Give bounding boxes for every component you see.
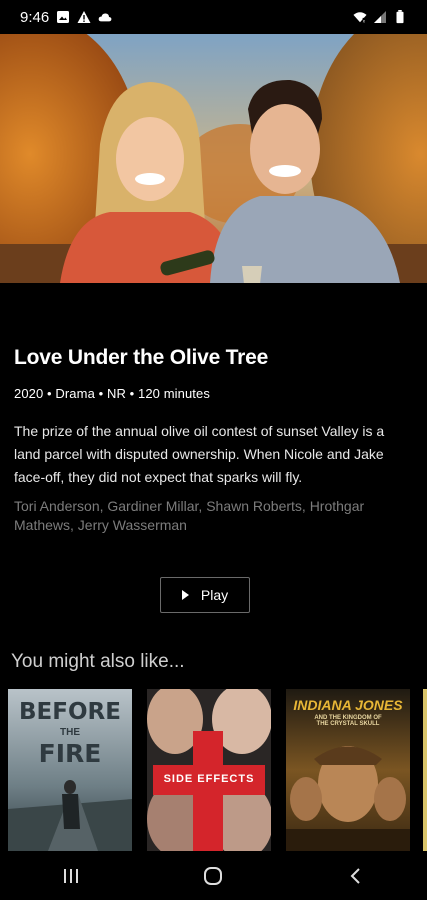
poster-partial[interactable] [423,689,427,851]
home-icon [204,867,223,885]
poster-3-line2: AND THE KINGDOM OF THE CRYSTAL SKULL [314,715,382,727]
recommendations-heading: You might also like... [11,651,185,672]
play-label: Play [200,587,229,603]
movie-synopsis: The prize of the annual olive oil contes… [14,423,385,485]
movie-cast: Tori Anderson, Gardiner Millar, Shawn Ro… [14,498,365,533]
recommendations-row[interactable]: BEFORE THE FIRE SIDE EFFECTS INDIANA JON… [0,689,427,851]
play-button[interactable]: Play [160,577,250,613]
poster-2-line1: SIDE EFFECTS [163,773,255,785]
signal-icon [374,11,386,23]
status-bar: 9:46 x [0,0,427,34]
back-icon [350,868,360,884]
home-button[interactable] [193,856,233,896]
poster-indiana-jones[interactable]: INDIANA JONES AND THE KINGDOM OF THE CRY… [286,689,410,851]
warning-icon [77,11,91,23]
recent-apps-icon [64,869,79,883]
poster-1-line2: THE [60,727,80,738]
poster-1-line3: FIRE [38,739,102,768]
poster-3-line1: INDIANA JONES [293,697,403,713]
back-button[interactable] [336,856,376,896]
play-icon [181,590,189,600]
movie-meta: 2020 • Drama • NR • 120 minutes [14,386,210,401]
movie-title: Love Under the Olive Tree [14,346,269,369]
status-time: 9:46 [20,8,50,26]
poster-side-effects[interactable]: SIDE EFFECTS [147,689,271,851]
navigation-bar [0,852,427,900]
cloud-icon [98,13,112,22]
hero-image [0,34,427,283]
poster-1-line1: BEFORE [19,699,121,725]
battery-icon [396,10,404,24]
wifi-icon: x [353,12,367,23]
poster-before-the-fire[interactable]: BEFORE THE FIRE [8,689,132,851]
image-icon [57,11,70,23]
recent-apps-button[interactable] [51,856,91,896]
